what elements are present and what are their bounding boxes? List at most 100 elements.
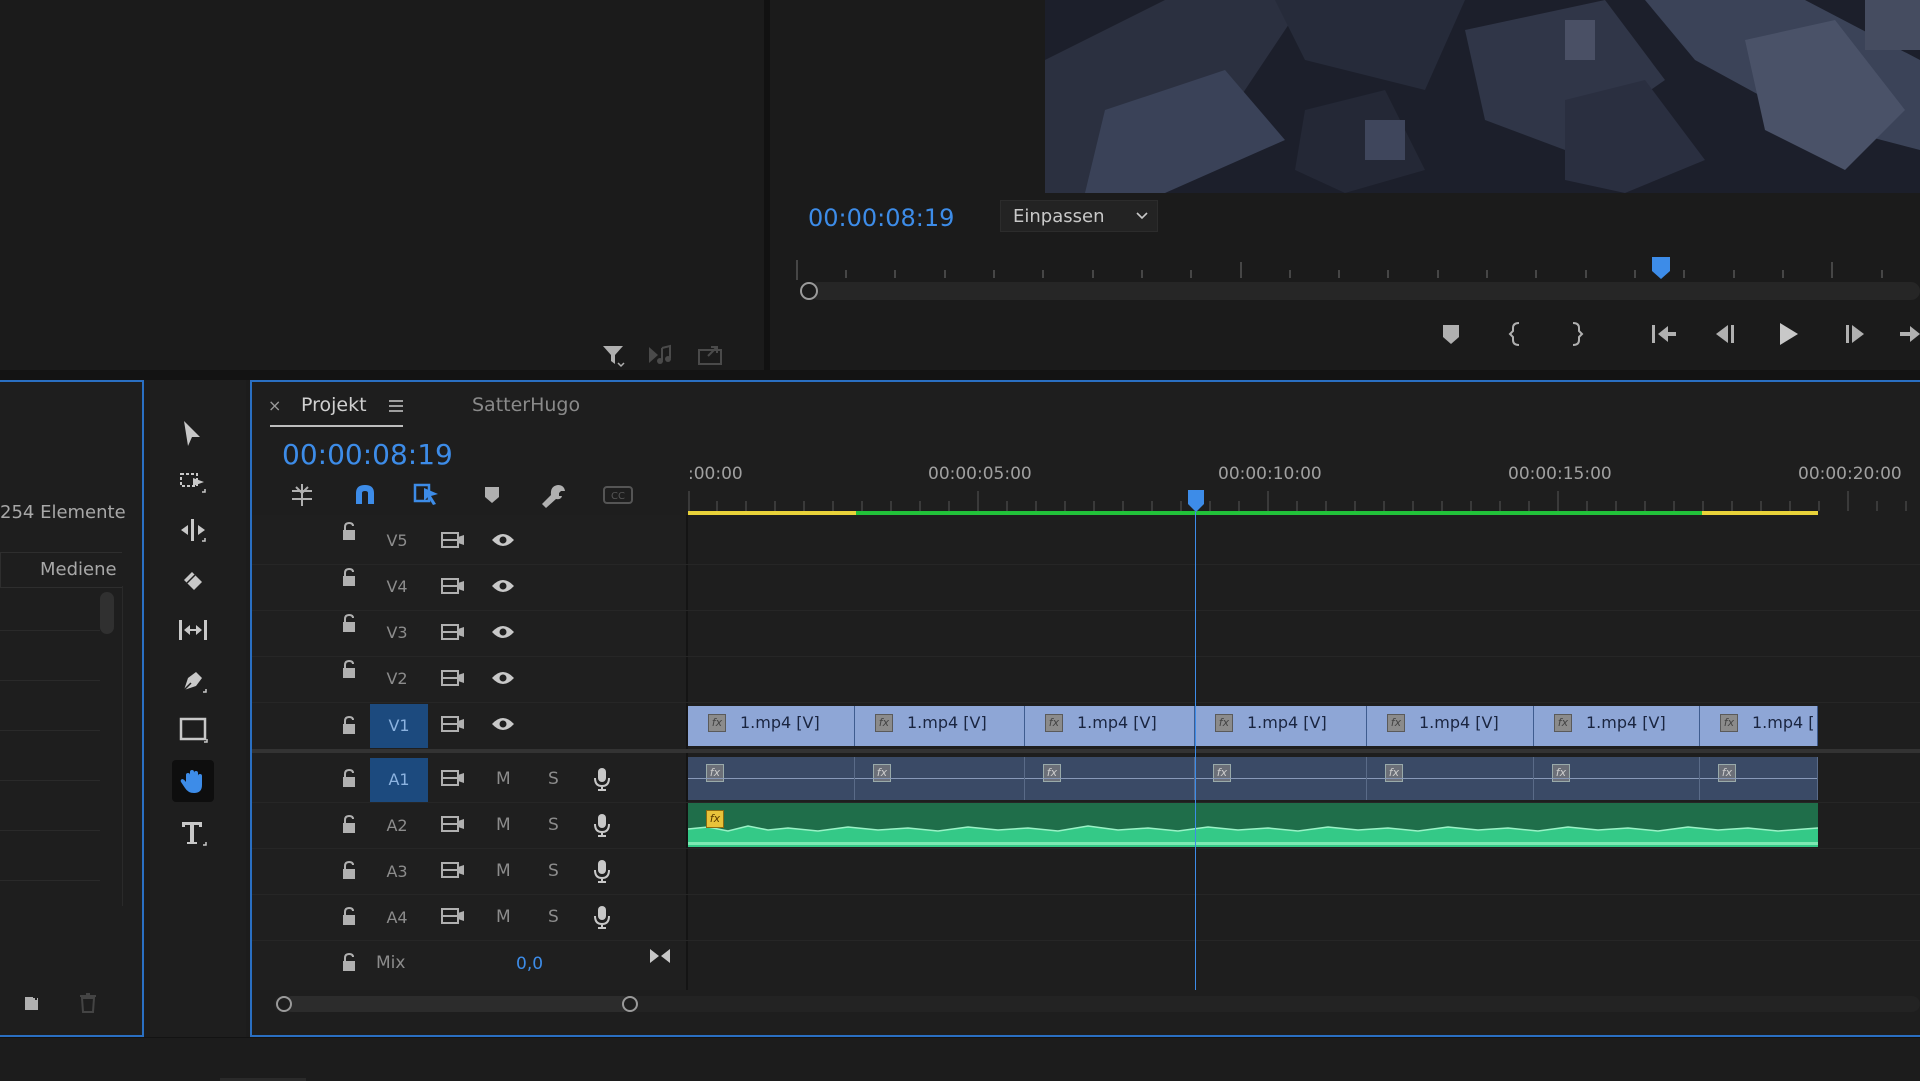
go-to-end-icon[interactable] [648, 946, 672, 970]
pen-tool-icon[interactable] [178, 666, 208, 700]
playhead-handle[interactable] [1186, 488, 1206, 518]
tab-satterhugo[interactable]: SatterHugo [472, 394, 580, 416]
filter-icon[interactable] [600, 342, 626, 368]
track-name-a1[interactable]: A1 [370, 758, 428, 802]
slip-tool-icon[interactable] [176, 616, 210, 648]
program-playhead[interactable] [1650, 255, 1672, 285]
eye-icon[interactable] [490, 716, 516, 736]
program-zoom-scrollbar[interactable] [810, 282, 1920, 300]
timeline-zoom-scrollbar[interactable] [274, 996, 1920, 1012]
step-back-icon[interactable] [1712, 322, 1738, 346]
tab-projekt[interactable]: Projekt [301, 394, 367, 416]
clip-a1-5[interactable]: fx [1367, 757, 1534, 800]
hand-tool-button[interactable] [172, 760, 214, 802]
eye-icon[interactable] [490, 624, 516, 644]
panel-divider-horizontal[interactable] [0, 370, 1920, 380]
sync-lock-icon[interactable] [440, 668, 466, 692]
panel-menu-icon[interactable] [388, 398, 404, 418]
ripple-edit-tool-icon[interactable] [178, 516, 208, 548]
clip-a1-1[interactable]: fx [688, 757, 855, 800]
sync-lock-icon[interactable] [440, 814, 466, 838]
add-marker-icon[interactable] [482, 484, 502, 510]
lock-track-icon[interactable] [340, 613, 358, 637]
clip-a1-2[interactable]: fx [855, 757, 1025, 800]
lock-track-icon[interactable] [340, 659, 358, 683]
export-frame-icon[interactable] [696, 342, 726, 368]
sync-lock-icon[interactable] [440, 530, 466, 554]
microphone-icon[interactable] [592, 858, 612, 888]
mute-button-a4[interactable]: M [496, 907, 511, 927]
razor-tool-icon[interactable] [178, 566, 208, 600]
microphone-icon[interactable] [592, 766, 612, 796]
close-tab-icon[interactable]: × [268, 396, 281, 415]
wrench-icon[interactable] [540, 482, 568, 514]
clip-a1-4[interactable]: fx [1195, 757, 1367, 800]
rectangle-tool-icon[interactable] [178, 716, 208, 748]
go-to-in-icon[interactable] [1648, 322, 1678, 346]
timeline-timecode[interactable]: 00:00:08:19 [282, 438, 453, 471]
scrollbar-thumb[interactable] [284, 996, 630, 1012]
clip-v1-1[interactable]: fx 1.mp4 [V] [688, 706, 855, 746]
mute-button-a2[interactable]: M [496, 815, 511, 835]
sync-lock-icon[interactable] [440, 860, 466, 884]
track-name-a3[interactable]: A3 [368, 850, 426, 894]
solo-button-a1[interactable]: S [548, 769, 559, 789]
clip-a1-3[interactable]: fx [1025, 757, 1195, 800]
track-name-v2[interactable]: V2 [368, 657, 426, 701]
clip-a2-music[interactable]: fx [688, 803, 1818, 847]
sync-lock-icon[interactable] [440, 622, 466, 646]
selection-tool-icon[interactable] [178, 418, 206, 454]
track-name-a4[interactable]: A4 [368, 896, 426, 940]
clip-a1-7[interactable]: fx [1700, 757, 1818, 800]
linked-selection-icon[interactable] [412, 480, 442, 512]
mute-button-a1[interactable]: M [496, 769, 511, 789]
lock-track-icon[interactable] [340, 906, 358, 930]
microphone-icon[interactable] [592, 812, 612, 842]
clip-a1-6[interactable]: fx [1534, 757, 1700, 800]
lock-track-icon[interactable] [340, 860, 358, 884]
sync-lock-icon[interactable] [440, 576, 466, 600]
lock-track-icon[interactable] [340, 521, 358, 545]
program-timecode[interactable]: 00:00:08:19 [808, 204, 954, 232]
lock-track-icon[interactable] [340, 715, 358, 739]
mute-button-a3[interactable]: M [496, 861, 511, 881]
track-select-tool-icon[interactable] [178, 468, 208, 500]
go-to-out-icon[interactable] [1898, 322, 1920, 346]
clip-v1-3[interactable]: fx 1.mp4 [V] [1025, 706, 1195, 746]
mark-in-icon[interactable] [1508, 320, 1522, 348]
track-name-v1[interactable]: V1 [370, 704, 428, 748]
track-name-a2[interactable]: A2 [368, 804, 426, 848]
column-header-media[interactable]: Mediene [40, 559, 117, 580]
solo-button-a4[interactable]: S [548, 907, 559, 927]
type-tool-icon[interactable] [178, 818, 208, 852]
solo-button-a2[interactable]: S [548, 815, 559, 835]
microphone-icon[interactable] [592, 904, 612, 934]
lock-track-icon[interactable] [340, 567, 358, 591]
solo-button-a3[interactable]: S [548, 861, 559, 881]
mix-volume-value[interactable]: 0,0 [516, 954, 543, 974]
sync-lock-icon[interactable] [440, 906, 466, 930]
track-name-v5[interactable]: V5 [368, 519, 426, 563]
eye-icon[interactable] [490, 670, 516, 690]
snap-icon[interactable] [352, 482, 378, 512]
captions-icon[interactable]: CC [602, 484, 634, 510]
clip-v1-7[interactable]: fx 1.mp4 [ [1700, 706, 1818, 746]
step-forward-icon[interactable] [1842, 322, 1868, 346]
sync-lock-icon[interactable] [440, 768, 466, 792]
lock-track-icon[interactable] [340, 814, 358, 838]
insert-sequence-icon[interactable] [288, 482, 316, 512]
track-name-v4[interactable]: V4 [368, 565, 426, 609]
clip-v1-5[interactable]: fx 1.mp4 [V] [1367, 706, 1534, 746]
lock-track-icon[interactable] [340, 768, 358, 792]
scrollbar-handle-left[interactable] [800, 282, 818, 300]
new-item-icon[interactable] [22, 992, 42, 1016]
sync-lock-icon[interactable] [440, 714, 466, 738]
insert-icon[interactable] [646, 342, 674, 368]
play-icon[interactable] [1776, 320, 1802, 348]
clip-v1-2[interactable]: fx 1.mp4 [V] [855, 706, 1025, 746]
clip-v1-6[interactable]: fx 1.mp4 [V] [1534, 706, 1700, 746]
media-list[interactable] [0, 586, 123, 906]
lock-track-icon[interactable] [340, 952, 358, 976]
track-name-v3[interactable]: V3 [368, 611, 426, 655]
zoom-level-select[interactable]: Einpassen [1000, 200, 1158, 232]
